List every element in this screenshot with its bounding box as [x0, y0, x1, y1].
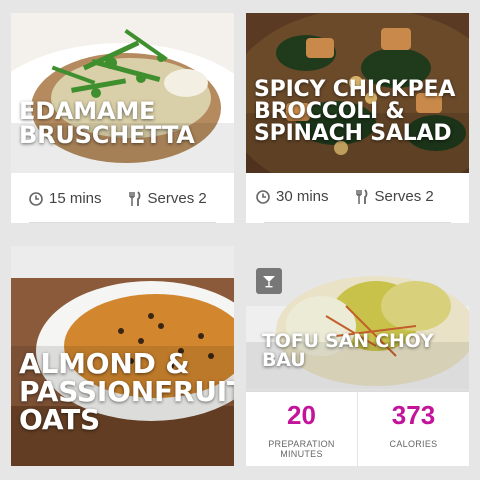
recipe-meta: 15 mins Serves 2: [11, 190, 234, 207]
recipe-meta: 30 mins Serves 2: [246, 188, 469, 205]
prep-minutes-label: PREPARATION MINUTES: [268, 439, 335, 459]
cocktail-badge: [256, 268, 282, 294]
recipe-card-almond-passionfruit-oats[interactable]: ALMOND & PASSIONFRUIT OATS: [11, 246, 234, 466]
calories-stat: 373 CALORIES: [357, 390, 469, 466]
fork-knife-icon: [128, 190, 140, 206]
calories-value: 373: [391, 400, 436, 430]
recipe-time: 30 mins: [276, 188, 329, 205]
recipe-card-tofu-san-choy-bau[interactable]: TOFU SAN CHOY BAU 20 PREPARATION MINUTES…: [246, 246, 469, 466]
divider: [29, 222, 216, 223]
clock-icon: [29, 191, 43, 206]
recipe-serves: Serves 2: [374, 188, 434, 205]
clock-icon: [256, 189, 270, 204]
recipe-title: SPICY CHICKPEA BROCCOLI & SPINACH SALAD: [254, 77, 456, 146]
divider: [264, 222, 451, 223]
recipe-card-edamame-bruschetta[interactable]: EDAMAME BRUSCHETTA 15 mins Serves 2: [11, 13, 234, 223]
prep-time-stat: 20 PREPARATION MINUTES: [246, 390, 357, 466]
recipe-title: TOFU SAN CHOY BAU: [262, 330, 434, 371]
recipe-title: ALMOND & PASSIONFRUIT OATS: [19, 347, 234, 436]
recipe-card-spicy-chickpea-salad[interactable]: SPICY CHICKPEA BROCCOLI & SPINACH SALAD …: [246, 13, 469, 223]
recipe-stats: 20 PREPARATION MINUTES 373 CALORIES: [246, 389, 469, 466]
calories-label: CALORIES: [389, 439, 438, 449]
recipe-title: EDAMAME BRUSCHETTA: [19, 97, 195, 149]
cocktail-glass-icon: [263, 276, 275, 288]
fork-knife-icon: [355, 188, 367, 204]
recipe-time: 15 mins: [49, 190, 102, 207]
prep-minutes-value: 20: [287, 400, 316, 430]
recipe-image-bruschetta: [11, 13, 234, 173]
recipe-serves: Serves 2: [147, 190, 207, 207]
